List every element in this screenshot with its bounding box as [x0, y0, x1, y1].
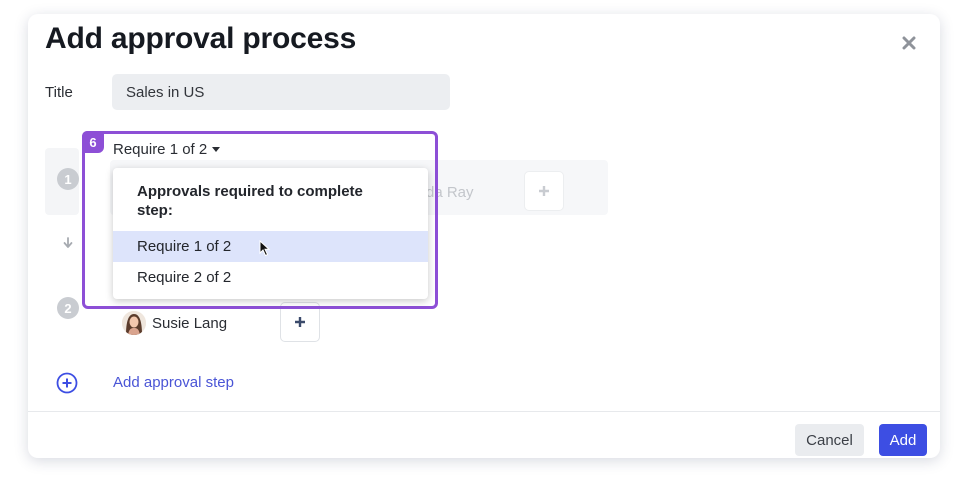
require-count-dropdown-toggle[interactable]: Require 1 of 2	[113, 141, 221, 158]
dropdown-heading: Approvals required to complete step:	[137, 183, 363, 219]
person-avatar-icon	[122, 311, 146, 335]
plus-icon	[295, 317, 305, 327]
close-x-icon	[902, 36, 916, 50]
require-count-label: Require 1 of 2	[113, 141, 208, 158]
step-number-1: 1	[57, 168, 79, 190]
highlight-badge: 6	[82, 131, 104, 153]
title-input[interactable]	[112, 74, 450, 110]
close-icon[interactable]	[896, 30, 922, 56]
mouse-pointer-icon	[259, 240, 271, 257]
arrow-down-icon	[63, 237, 73, 248]
plus-icon	[539, 186, 549, 196]
step-2-approver-name: Susie Lang	[152, 315, 228, 332]
modal-title: Add approval process	[45, 22, 357, 55]
caret-down-icon	[212, 147, 221, 152]
avatar	[122, 311, 146, 335]
option-require-2-of-2[interactable]: Require 2 of 2	[113, 262, 428, 293]
step-number-2: 2	[57, 297, 79, 319]
cancel-button[interactable]: Cancel	[795, 424, 864, 456]
add-button[interactable]: Add	[879, 424, 927, 456]
plus-circle-icon[interactable]	[56, 372, 78, 394]
footer-divider	[28, 411, 940, 412]
title-field-label: Title	[45, 84, 73, 101]
require-count-menu: Approvals required to complete step: Req…	[113, 168, 428, 299]
add-approval-step-link[interactable]: Add approval step	[113, 374, 234, 391]
step-1-add-approver-button[interactable]	[524, 171, 564, 211]
